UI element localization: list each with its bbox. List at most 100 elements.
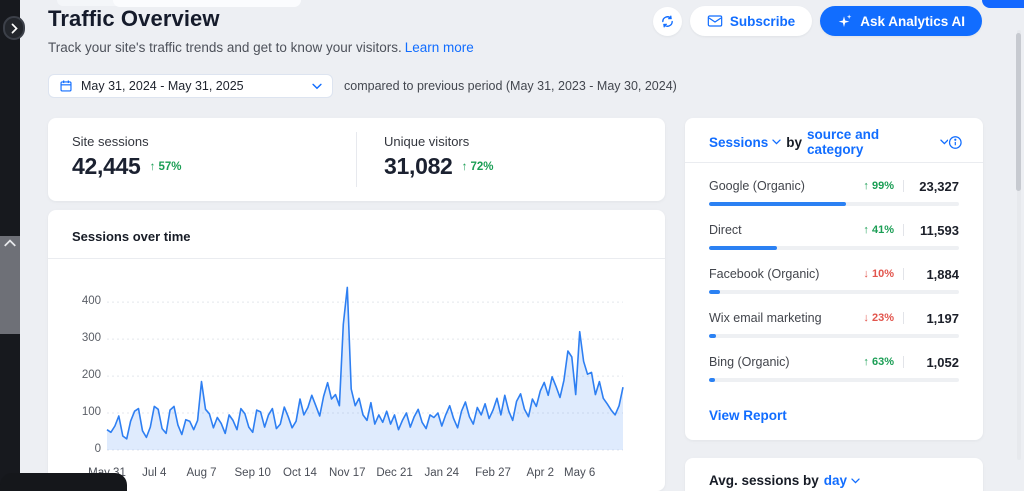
y-axis-label: 400: [72, 295, 101, 307]
progress-fill: [709, 378, 715, 382]
metric-dropdown[interactable]: Sessions: [709, 135, 781, 150]
x-axis-label: Jan 24: [425, 467, 460, 479]
x-axis-label: Dec 21: [376, 467, 412, 479]
change-badge: ↓ 10%: [848, 268, 894, 280]
breakdown-rows: Google (Organic)↑ 99% 23,327 Direct↑ 41% 11…: [709, 172, 959, 392]
source-label: Direct: [709, 223, 848, 237]
x-axis-label: Apr 2: [527, 467, 555, 479]
analytics-dashboard: Traffic Overview Track your site's traff…: [0, 0, 1024, 491]
progress-fill: [709, 246, 777, 250]
breakdown-row[interactable]: Wix email marketing↓ 23% 1,197: [709, 304, 959, 348]
value-divider: [903, 312, 904, 324]
date-range-picker[interactable]: May 31, 2024 - May 31, 2025: [48, 74, 333, 98]
ai-sparkle-icon: [837, 13, 853, 29]
progress-track: [709, 334, 959, 338]
sidebar-expand-button[interactable]: [3, 16, 25, 40]
sidebar-scrollbar-thumb[interactable]: [0, 236, 20, 334]
kpi-label: Site sessions: [72, 134, 182, 149]
kpi-label: Unique visitors: [384, 134, 494, 149]
card-header-divider: [48, 258, 665, 259]
breakdown-header: Sessions by source and category: [709, 132, 963, 152]
source-label: Bing (Organic): [709, 355, 848, 369]
y-axis-label: 0: [72, 443, 101, 455]
source-label: Wix email marketing: [709, 311, 848, 325]
breakdown-row[interactable]: Google (Organic)↑ 99% 23,327: [709, 172, 959, 216]
scroll-up-caret-icon: [3, 238, 17, 248]
dimension-dropdown[interactable]: source and category: [807, 127, 948, 157]
refresh-button[interactable]: [653, 7, 682, 36]
breakdown-row[interactable]: Direct↑ 41% 11,593: [709, 216, 959, 260]
source-value: 11,593: [913, 223, 959, 238]
chevron-down-icon: [851, 478, 860, 484]
source-value: 1,197: [913, 311, 959, 326]
y-axis-label: 300: [72, 332, 101, 344]
source-value: 1,052: [913, 355, 959, 370]
comparison-period-text: compared to previous period (May 31, 202…: [344, 79, 677, 93]
x-axis-label: Oct 14: [283, 467, 317, 479]
kpi-site-sessions: Site sessions 42,445 ↑ 57%: [72, 134, 182, 180]
x-axis-label: Nov 17: [329, 467, 365, 479]
progress-fill: [709, 202, 846, 206]
sessions-breakdown-card: Sessions by source and category Google (…: [685, 118, 983, 440]
chart-title: Sessions over time: [72, 229, 191, 244]
x-axis-label: May 6: [564, 467, 595, 479]
source-label: Google (Organic): [709, 179, 848, 193]
chart-canvas: [107, 280, 623, 452]
breakdown-connector: by: [786, 135, 802, 150]
progress-fill: [709, 290, 720, 294]
avg-sessions-title: Avg. sessions by day: [709, 473, 860, 488]
kpi-value: 42,445: [72, 153, 141, 180]
sessions-over-time-card: Sessions over time 0100200300400May 31Ju…: [48, 210, 665, 491]
y-axis-label: 200: [72, 369, 101, 381]
change-badge: ↓ 23%: [848, 312, 894, 324]
top-cutoff-blue-button[interactable]: [982, 0, 1024, 8]
calendar-icon: [59, 79, 73, 93]
ask-analytics-ai-button[interactable]: Ask Analytics AI: [820, 6, 982, 36]
progress-track: [709, 202, 959, 206]
envelope-icon: [707, 14, 723, 28]
progress-track: [709, 246, 959, 250]
source-label: Facebook (Organic): [709, 267, 848, 281]
change-badge: ↑ 63%: [848, 356, 894, 368]
avg-dimension-dropdown[interactable]: day: [824, 473, 860, 488]
kpi-value: 31,082: [384, 153, 453, 180]
bottom-left-overlay: [0, 473, 127, 491]
sessions-line-chart: 0100200300400May 31Jul 4Aug 7Sep 10Oct 1…: [72, 280, 647, 480]
page-subtitle: Track your site's traffic trends and get…: [48, 40, 474, 55]
card-header-divider: [685, 162, 983, 163]
x-axis-label: Jul 4: [142, 467, 166, 479]
kpi-card: Site sessions 42,445 ↑ 57% Unique visito…: [48, 118, 665, 201]
value-divider: [903, 180, 904, 192]
kpi-unique-visitors: Unique visitors 31,082 ↑ 72%: [384, 134, 494, 180]
info-icon[interactable]: [948, 135, 963, 150]
value-divider: [903, 268, 904, 280]
page-title: Traffic Overview: [48, 6, 220, 32]
collapsed-sidebar: [0, 0, 20, 491]
chevron-right-icon: [10, 23, 19, 34]
value-divider: [903, 224, 904, 236]
learn-more-link[interactable]: Learn more: [405, 40, 474, 55]
x-axis-label: Sep 10: [235, 467, 271, 479]
page-scrollbar-thumb[interactable]: [1016, 33, 1021, 191]
subscribe-button[interactable]: Subscribe: [690, 6, 812, 36]
breakdown-row[interactable]: Bing (Organic)↑ 63% 1,052: [709, 348, 959, 392]
breakdown-row[interactable]: Facebook (Organic)↓ 10% 1,884: [709, 260, 959, 304]
kpi-divider: [356, 132, 357, 187]
x-axis-label: Aug 7: [187, 467, 217, 479]
view-report-link[interactable]: View Report: [709, 408, 787, 423]
refresh-icon: [660, 14, 675, 29]
y-axis-label: 100: [72, 406, 101, 418]
change-badge: ↑ 99%: [848, 180, 894, 192]
chevron-down-icon: [772, 139, 781, 145]
chevron-down-icon: [940, 139, 949, 145]
source-value: 1,884: [913, 267, 959, 282]
change-badge: ↑ 41%: [848, 224, 894, 236]
value-divider: [903, 356, 904, 368]
x-axis-label: Feb 27: [475, 467, 511, 479]
kpi-change-badge: ↑ 57%: [150, 161, 182, 173]
avg-sessions-card: Avg. sessions by day: [685, 458, 983, 491]
progress-track: [709, 378, 959, 382]
source-value: 23,327: [913, 179, 959, 194]
kpi-change-badge: ↑ 72%: [462, 161, 494, 173]
chevron-down-icon: [312, 83, 322, 90]
